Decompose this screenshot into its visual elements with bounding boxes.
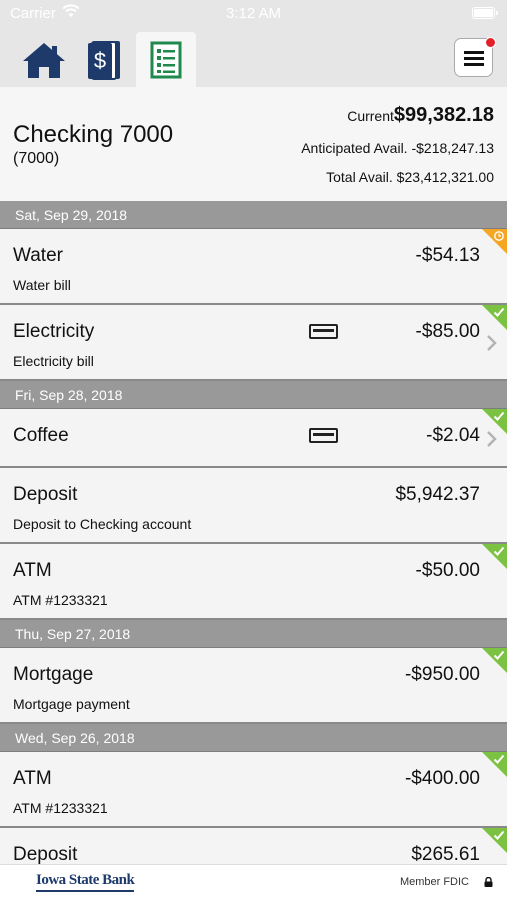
date-header: Wed, Sep 26, 2018 [0,724,507,752]
clock-icon [494,231,504,241]
date-header: Fri, Sep 28, 2018 [0,381,507,409]
transaction-name: Mortgage [13,664,94,685]
transaction-row[interactable]: Deposit $265.61 [0,828,507,864]
transaction-desc: Electricity bill [13,353,94,369]
transaction-amount: $265.61 [411,844,480,864]
transaction-row[interactable]: Deposit Deposit to Checking account $5,9… [0,468,507,544]
tab-transactions[interactable] [136,32,196,87]
account-number: (7000) [13,150,60,167]
transaction-desc: Deposit to Checking account [13,516,192,532]
check-icon [493,830,505,840]
current-label: Current [347,108,394,124]
transaction-row[interactable]: Water Water bill -$54.13 [0,229,507,305]
transaction-name: Electricity [13,321,95,342]
transaction-name: ATM [13,768,52,789]
tab-accounts[interactable]: $ [75,32,135,87]
transaction-row[interactable]: ATM ATM #1233321 -$400.00 [0,752,507,828]
current-balance: Current$99,382.18 [347,104,494,127]
total-balance: Total Avail. $23,412,321.00 [326,169,494,185]
account-name: Checking 7000 [13,121,174,148]
transaction-row[interactable]: Coffee -$2.04 [0,409,507,468]
transaction-name: Deposit [13,484,78,505]
check-icon [493,650,505,660]
transaction-amount: -$2.04 [426,425,480,446]
card-icon [309,428,338,443]
anticipated-label: Anticipated Avail. [301,140,408,156]
transaction-name: Water [13,245,63,266]
date-header: Sat, Sep 29, 2018 [0,201,507,229]
date-header: Thu, Sep 27, 2018 [0,620,507,648]
check-icon [493,546,505,556]
transaction-amount: -$400.00 [404,768,480,789]
transaction-desc: ATM #1233321 [13,592,108,608]
battery-icon [472,7,498,19]
transaction-amount: -$54.13 [415,245,480,266]
transaction-name: Coffee [13,425,69,446]
app-header: Carrier 3:12 AM $ [0,0,507,87]
transaction-amount: -$85.00 [415,321,480,342]
anticipated-value: -$218,247.13 [411,140,494,156]
lock-icon [484,877,493,887]
transaction-desc: ATM #1233321 [13,800,108,816]
home-icon [23,42,65,78]
transaction-name: ATM [13,560,52,581]
svg-text:$: $ [94,48,106,73]
clock: 3:12 AM [225,5,282,22]
current-value: $99,382.18 [393,104,494,126]
account-summary: Checking 7000 (7000) Current$99,382.18 A… [0,87,507,201]
transaction-list[interactable]: Sat, Sep 29, 2018 Water Water bill -$54.… [0,201,507,864]
transaction-amount: -$50.00 [415,560,480,581]
transaction-amount: $5,942.37 [395,484,480,505]
card-icon [309,324,338,339]
tab-home[interactable] [14,32,74,87]
transaction-name: Deposit [13,844,78,864]
check-icon [493,411,505,421]
chevron-right-icon [487,335,497,351]
status-bar: Carrier 3:12 AM [0,0,507,28]
total-label: Total Avail. [326,169,393,185]
hamburger-menu-icon [463,50,484,66]
money-stack-icon: $ [88,40,120,80]
check-icon [493,307,505,317]
transaction-desc: Mortgage payment [13,696,130,712]
transaction-amount: -$950.00 [404,664,480,685]
check-icon [493,754,505,764]
footer: Iowa State Bank Member FDIC [0,864,507,900]
anticipated-balance: Anticipated Avail. -$218,247.13 [301,140,494,156]
transaction-row[interactable]: ATM ATM #1233321 -$50.00 [0,544,507,620]
transaction-desc: Water bill [13,277,71,293]
notification-dot [485,37,496,48]
menu-button[interactable] [454,37,496,77]
transaction-row[interactable]: Electricity Electricity bill -$85.00 [0,305,507,381]
ledger-icon [150,41,182,78]
bank-logo[interactable]: Iowa State Bank [36,872,135,892]
total-value: $23,412,321.00 [396,169,494,185]
transaction-row[interactable]: Mortgage Mortgage payment -$950.00 [0,648,507,724]
fdic-label: Member FDIC [399,876,469,888]
